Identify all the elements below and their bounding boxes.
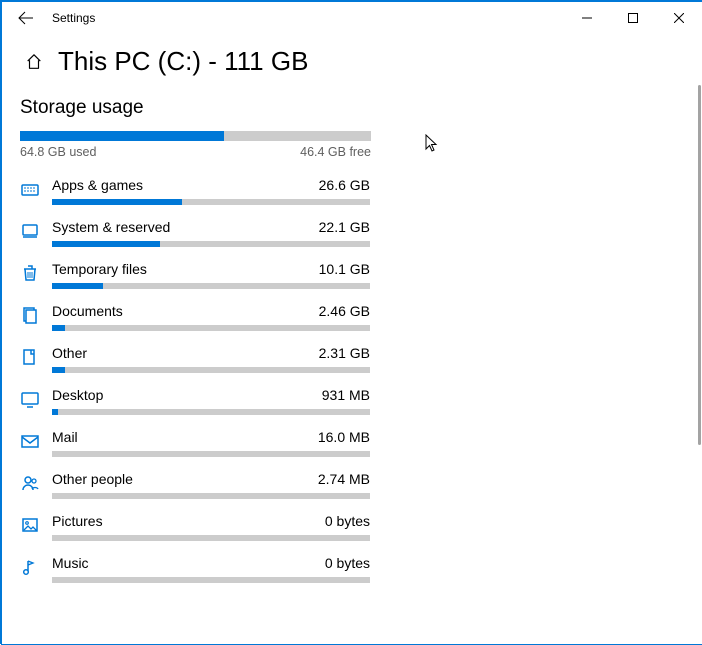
scrollbar-thumb[interactable] bbox=[698, 85, 701, 445]
category-name: Documents bbox=[52, 303, 123, 319]
maximize-icon bbox=[628, 13, 638, 23]
category-bar-fill bbox=[52, 367, 65, 373]
overall-usage-fill bbox=[20, 131, 224, 141]
category-bar bbox=[52, 493, 370, 499]
category-size: 0 bytes bbox=[325, 555, 370, 571]
category-name: Pictures bbox=[52, 513, 103, 529]
back-button[interactable] bbox=[2, 2, 50, 34]
desktop-icon bbox=[20, 389, 40, 409]
window-title: Settings bbox=[50, 11, 95, 25]
category-bar bbox=[52, 409, 370, 415]
titlebar: Settings bbox=[2, 2, 702, 34]
category-size: 26.6 GB bbox=[319, 177, 370, 193]
category-name: Other people bbox=[52, 471, 133, 487]
category-size: 2.31 GB bbox=[319, 345, 370, 361]
arrow-left-icon bbox=[18, 10, 34, 26]
category-size: 10.1 GB bbox=[319, 261, 370, 277]
system-icon bbox=[20, 221, 40, 241]
category-bar bbox=[52, 451, 370, 457]
category-name: Temporary files bbox=[52, 261, 147, 277]
category-bar bbox=[52, 241, 370, 247]
category-system[interactable]: System & reserved 22.1 GB bbox=[20, 219, 380, 247]
music-icon bbox=[20, 557, 40, 577]
trash-icon bbox=[20, 263, 40, 283]
overall-usage-bar bbox=[20, 131, 371, 141]
category-bar-fill bbox=[52, 241, 160, 247]
mail-icon bbox=[20, 431, 40, 451]
category-bar bbox=[52, 325, 370, 331]
section-title: Storage usage bbox=[20, 97, 380, 119]
pictures-icon bbox=[20, 515, 40, 535]
documents-icon bbox=[20, 305, 40, 325]
other-icon bbox=[20, 347, 40, 367]
home-button[interactable] bbox=[20, 48, 48, 76]
close-icon bbox=[674, 13, 684, 23]
overall-labels: 64.8 GB used 46.4 GB free bbox=[20, 145, 371, 159]
storage-content: Storage usage 64.8 GB used 46.4 GB free … bbox=[2, 97, 380, 583]
category-desktop[interactable]: Desktop 931 MB bbox=[20, 387, 380, 415]
category-bar-fill bbox=[52, 325, 65, 331]
maximize-button[interactable] bbox=[610, 2, 656, 34]
category-name: Apps & games bbox=[52, 177, 143, 193]
category-size: 0 bytes bbox=[325, 513, 370, 529]
scrollbar[interactable] bbox=[698, 85, 701, 645]
category-size: 16.0 MB bbox=[318, 429, 370, 445]
home-icon bbox=[25, 53, 43, 71]
category-name: System & reserved bbox=[52, 219, 170, 235]
category-trash[interactable]: Temporary files 10.1 GB bbox=[20, 261, 380, 289]
category-apps[interactable]: Apps & games 26.6 GB bbox=[20, 177, 380, 205]
page-header: This PC (C:) - 111 GB bbox=[2, 34, 702, 85]
apps-icon bbox=[20, 179, 40, 199]
category-size: 2.46 GB bbox=[319, 303, 370, 319]
category-music[interactable]: Music 0 bytes bbox=[20, 555, 380, 583]
close-button[interactable] bbox=[656, 2, 702, 34]
category-size: 931 MB bbox=[322, 387, 370, 403]
category-bar bbox=[52, 577, 370, 583]
category-size: 2.74 MB bbox=[318, 471, 370, 487]
page-title: This PC (C:) - 111 GB bbox=[58, 46, 308, 77]
category-documents[interactable]: Documents 2.46 GB bbox=[20, 303, 380, 331]
category-size: 22.1 GB bbox=[319, 219, 370, 235]
category-people[interactable]: Other people 2.74 MB bbox=[20, 471, 380, 499]
category-bar bbox=[52, 535, 370, 541]
category-bar bbox=[52, 199, 370, 205]
category-name: Music bbox=[52, 555, 89, 571]
category-bar bbox=[52, 283, 370, 289]
used-label: 64.8 GB used bbox=[20, 145, 96, 159]
people-icon bbox=[20, 473, 40, 493]
category-name: Desktop bbox=[52, 387, 103, 403]
minimize-icon bbox=[582, 13, 592, 23]
category-bar bbox=[52, 367, 370, 373]
category-other[interactable]: Other 2.31 GB bbox=[20, 345, 380, 373]
category-name: Other bbox=[52, 345, 87, 361]
category-name: Mail bbox=[52, 429, 78, 445]
category-mail[interactable]: Mail 16.0 MB bbox=[20, 429, 380, 457]
free-label: 46.4 GB free bbox=[300, 145, 371, 159]
category-bar-fill bbox=[52, 283, 103, 289]
category-bar-fill bbox=[52, 409, 58, 415]
category-bar-fill bbox=[52, 199, 182, 205]
category-pictures[interactable]: Pictures 0 bytes bbox=[20, 513, 380, 541]
minimize-button[interactable] bbox=[564, 2, 610, 34]
